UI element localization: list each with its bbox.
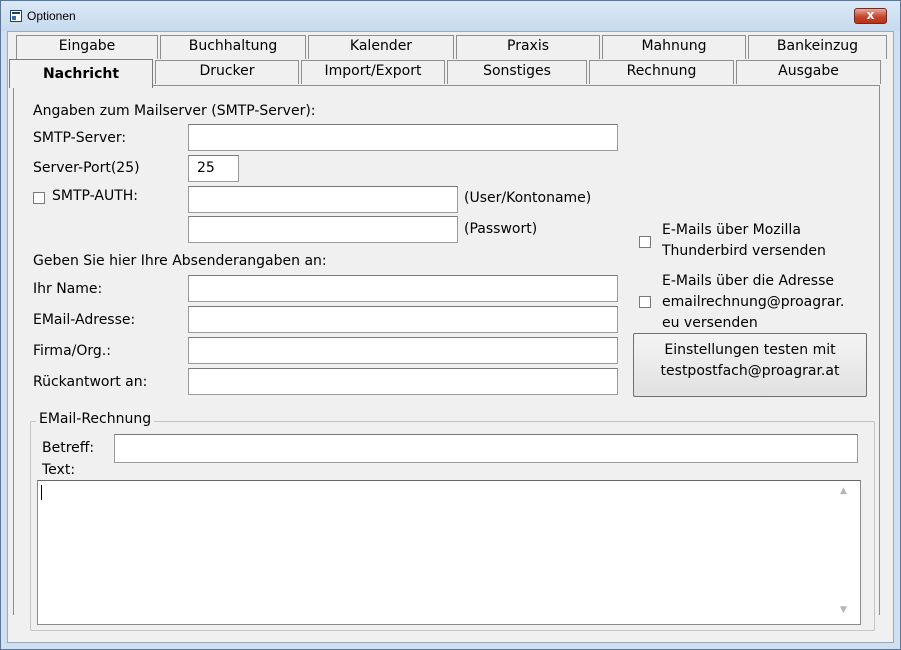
- name-input[interactable]: [188, 275, 618, 302]
- server-port-label: Server-Port(25): [33, 160, 140, 176]
- subject-label: Betreff:: [42, 440, 95, 456]
- name-label: Ihr Name:: [33, 281, 103, 297]
- email-label: EMail-Adresse:: [33, 312, 136, 328]
- smtp-server-label: SMTP-Server:: [33, 130, 127, 146]
- text-label: Text:: [42, 462, 76, 478]
- proagrar-label-line2: emailrechnung@proagrar.: [662, 294, 845, 310]
- smtp-password-input[interactable]: [188, 216, 458, 243]
- test-button-line2: testpostfach@proagrar.at: [660, 363, 840, 379]
- smtp-auth-checkbox[interactable]: [33, 192, 45, 204]
- proagrar-label-line1: E-Mails über die Adresse: [662, 273, 834, 289]
- smtp-user-input[interactable]: [188, 186, 458, 213]
- smtp-user-hint: (User/Kontoname): [464, 190, 592, 206]
- test-button-line1: Einstellungen testen mit: [664, 342, 836, 358]
- company-input[interactable]: [188, 337, 618, 364]
- smtp-auth-label: SMTP-AUTH:: [52, 188, 139, 204]
- thunderbird-label-line2: Thunderbird versenden: [662, 243, 826, 259]
- email-invoice-group-title: EMail-Rechnung: [36, 411, 155, 427]
- reply-to-input[interactable]: [188, 368, 618, 395]
- proagrar-checkbox[interactable]: [639, 296, 651, 308]
- company-label: Firma/Org.:: [33, 343, 111, 359]
- test-settings-button[interactable]: Einstellungen testen mit testpostfach@pr…: [633, 333, 867, 397]
- invoice-text-area[interactable]: [37, 480, 861, 625]
- panel-content: Angaben zum Mailserver (SMTP-Server): SM…: [0, 0, 901, 650]
- thunderbird-label-line1: E-Mails über Mozilla: [662, 222, 801, 238]
- email-input[interactable]: [188, 306, 618, 333]
- smtp-password-hint: (Passwort): [464, 221, 538, 237]
- mailserver-heading: Angaben zum Mailserver (SMTP-Server):: [33, 103, 316, 119]
- scroll-down-icon[interactable]: ▼: [840, 605, 847, 615]
- subject-input[interactable]: [114, 434, 858, 463]
- smtp-server-input[interactable]: [188, 124, 618, 151]
- reply-to-label: Rückantwort an:: [33, 374, 148, 390]
- scroll-up-icon[interactable]: ▲: [840, 486, 847, 496]
- thunderbird-checkbox[interactable]: [639, 236, 651, 248]
- server-port-input[interactable]: 25: [188, 155, 239, 182]
- proagrar-label-line3: eu versenden: [662, 315, 758, 331]
- text-caret: [41, 485, 42, 500]
- sender-heading: Geben Sie hier Ihre Absenderangaben an:: [33, 253, 327, 269]
